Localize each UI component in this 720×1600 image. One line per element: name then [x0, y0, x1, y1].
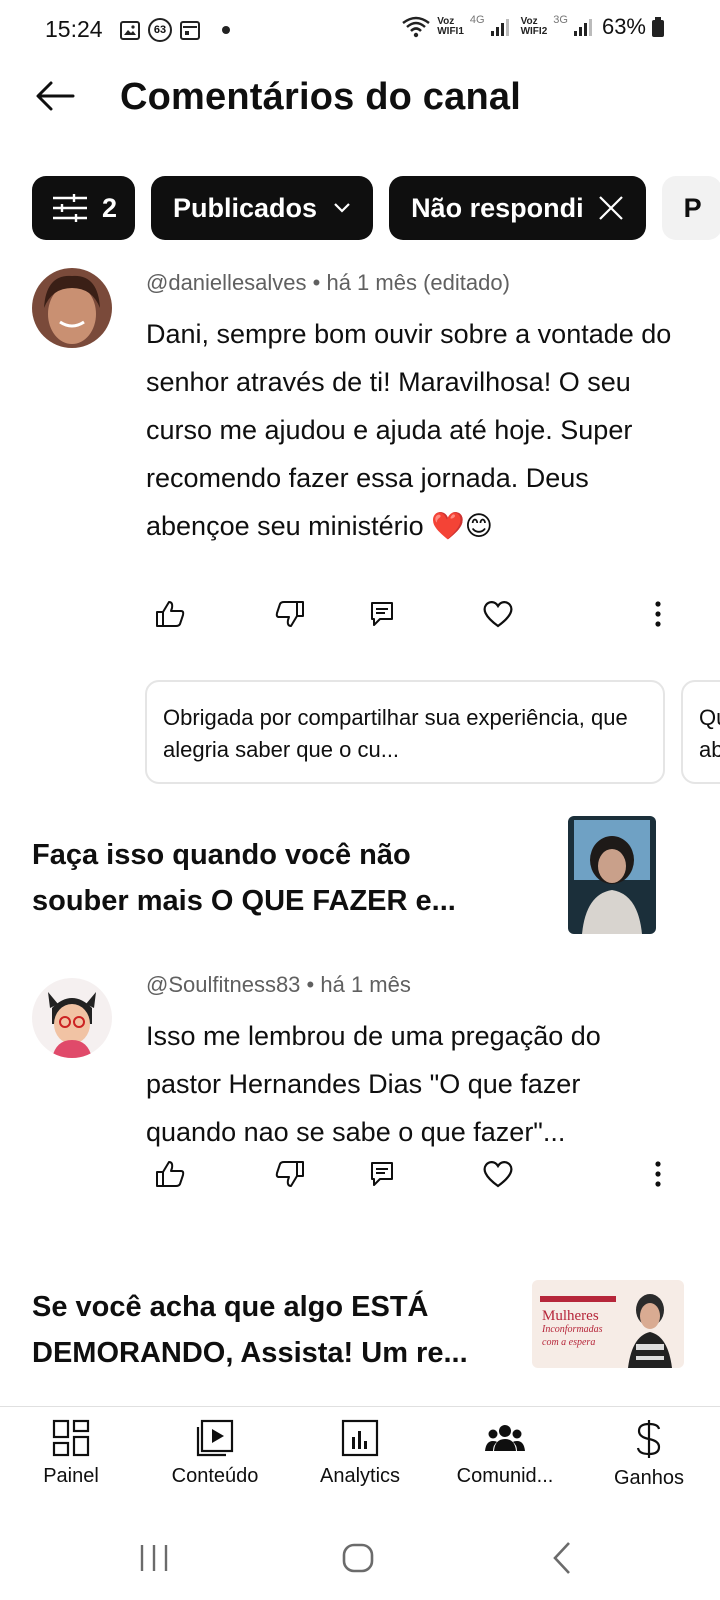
like-button[interactable] [146, 590, 194, 638]
home-icon [342, 1543, 374, 1573]
like-button[interactable] [146, 1150, 194, 1198]
more-chip[interactable]: P [661, 176, 720, 240]
heart-button[interactable] [474, 1150, 522, 1198]
heart-button[interactable] [474, 590, 522, 638]
avatar[interactable] [32, 268, 112, 348]
comment-text: Isso me lembrou de uma pregação do pasto… [146, 1021, 601, 1147]
sliders-icon [53, 194, 87, 222]
thumbs-down-icon [275, 601, 304, 627]
gallery-icon [120, 20, 140, 40]
nav-analytics[interactable]: Analytics [295, 1419, 425, 1488]
avatar[interactable] [32, 978, 112, 1058]
app-header: Comentários do canal [0, 60, 720, 140]
comment-time: • há 1 mês [306, 972, 411, 997]
bottom-navigation: Painel Conteúdo Analytics Comunid... Gan… [0, 1406, 720, 1516]
more-notifications-dot [222, 26, 230, 34]
system-navigation-bar [0, 1516, 720, 1600]
comment-item: @daniellesalves • há 1 mês (editado) Dan… [0, 260, 720, 660]
comment-time: • há 1 mês (editado) [312, 270, 510, 295]
wifi-icon [402, 16, 430, 38]
thumbs-up-icon [156, 601, 185, 627]
chevron-down-icon [334, 203, 350, 213]
comment-actions [146, 590, 686, 640]
filter-chips: 2 Publicados Não respondi P [32, 176, 720, 240]
page-title: Comentários do canal [120, 76, 521, 118]
more-options-button[interactable] [634, 590, 682, 638]
back-chevron-icon [553, 1542, 570, 1574]
thumbs-down-icon [275, 1161, 304, 1187]
content-icon [196, 1419, 234, 1457]
battery-icon [652, 17, 664, 37]
comment-actions [146, 1150, 686, 1200]
reply-comment-icon [371, 602, 393, 626]
video-reference[interactable]: Se você acha que algo ESTÁ DEMORANDO, As… [32, 1274, 692, 1374]
signal1-icon [490, 18, 509, 36]
video-thumbnail[interactable]: Mulheres Inconformadas com a espera [532, 1280, 684, 1368]
earnings-icon [636, 1420, 661, 1458]
published-dropdown-chip[interactable]: Publicados [151, 176, 374, 240]
arrow-back-icon [36, 81, 75, 111]
filter-settings-chip[interactable]: 2 [32, 176, 136, 240]
reply-comment-icon [371, 1162, 393, 1186]
video-title[interactable]: Faça isso quando você não souber mais O … [32, 832, 512, 924]
comment-author[interactable]: @Soulfitness83 [146, 972, 300, 997]
notification-count-badge: 63 [148, 18, 172, 42]
video-title[interactable]: Se você acha que algo ESTÁ DEMORANDO, As… [32, 1284, 512, 1376]
reply-button[interactable] [358, 590, 406, 638]
suggested-replies: Obrigada por compartilhar sua experiênci… [145, 680, 720, 784]
status-time: 15:24 [45, 16, 103, 42]
not-replied-chip[interactable]: Não respondi [389, 176, 646, 240]
dislike-button[interactable] [266, 590, 314, 638]
comment-author[interactable]: @daniellesalves [146, 270, 307, 295]
dislike-button[interactable] [266, 1150, 314, 1198]
back-button[interactable] [30, 74, 80, 118]
system-back-button[interactable] [532, 1536, 592, 1580]
nav-ganhos[interactable]: Ganhos [584, 1419, 714, 1490]
heart-icon [483, 601, 513, 628]
comment-item: @Soulfitness83 • há 1 mês Isso me lembro… [0, 970, 720, 1230]
battery-percent: 63% [601, 14, 646, 39]
suggested-reply-chip[interactable]: Qu ab [681, 680, 720, 784]
more-vert-icon [655, 1161, 661, 1187]
heart-icon [483, 1161, 513, 1188]
comment-text: Dani, sempre bom ouvir sobre a vontade d… [146, 319, 672, 541]
video-reference[interactable]: Faça isso quando você não souber mais O … [32, 816, 692, 936]
status-bar: 15:24 63 Voz WIFI1 4G Voz WIFI2 3G 63% [0, 0, 720, 60]
filter-count: 2 [102, 192, 118, 223]
reply-button[interactable] [358, 1150, 406, 1198]
analytics-icon [341, 1419, 379, 1457]
recent-apps-button[interactable] [124, 1536, 184, 1580]
dashboard-icon [52, 1419, 90, 1457]
nav-painel[interactable]: Painel [6, 1419, 136, 1488]
nav-conteudo[interactable]: Conteúdo [150, 1419, 280, 1488]
home-button[interactable] [328, 1536, 388, 1580]
calendar-icon [180, 20, 200, 40]
more-vert-icon [655, 601, 661, 627]
recent-apps-icon [140, 1545, 168, 1571]
video-thumbnail[interactable] [568, 816, 656, 934]
signal2-icon [573, 18, 592, 36]
close-icon[interactable] [598, 195, 624, 221]
more-options-button[interactable] [634, 1150, 682, 1198]
nav-comunidade[interactable]: Comunid... [440, 1419, 570, 1488]
community-icon [485, 1425, 525, 1451]
suggested-reply-chip[interactable]: Obrigada por compartilhar sua experiênci… [145, 680, 665, 784]
thumbs-up-icon [156, 1161, 185, 1187]
thumbnail-text: Mulheres Inconformadas com a espera [542, 1308, 603, 1349]
